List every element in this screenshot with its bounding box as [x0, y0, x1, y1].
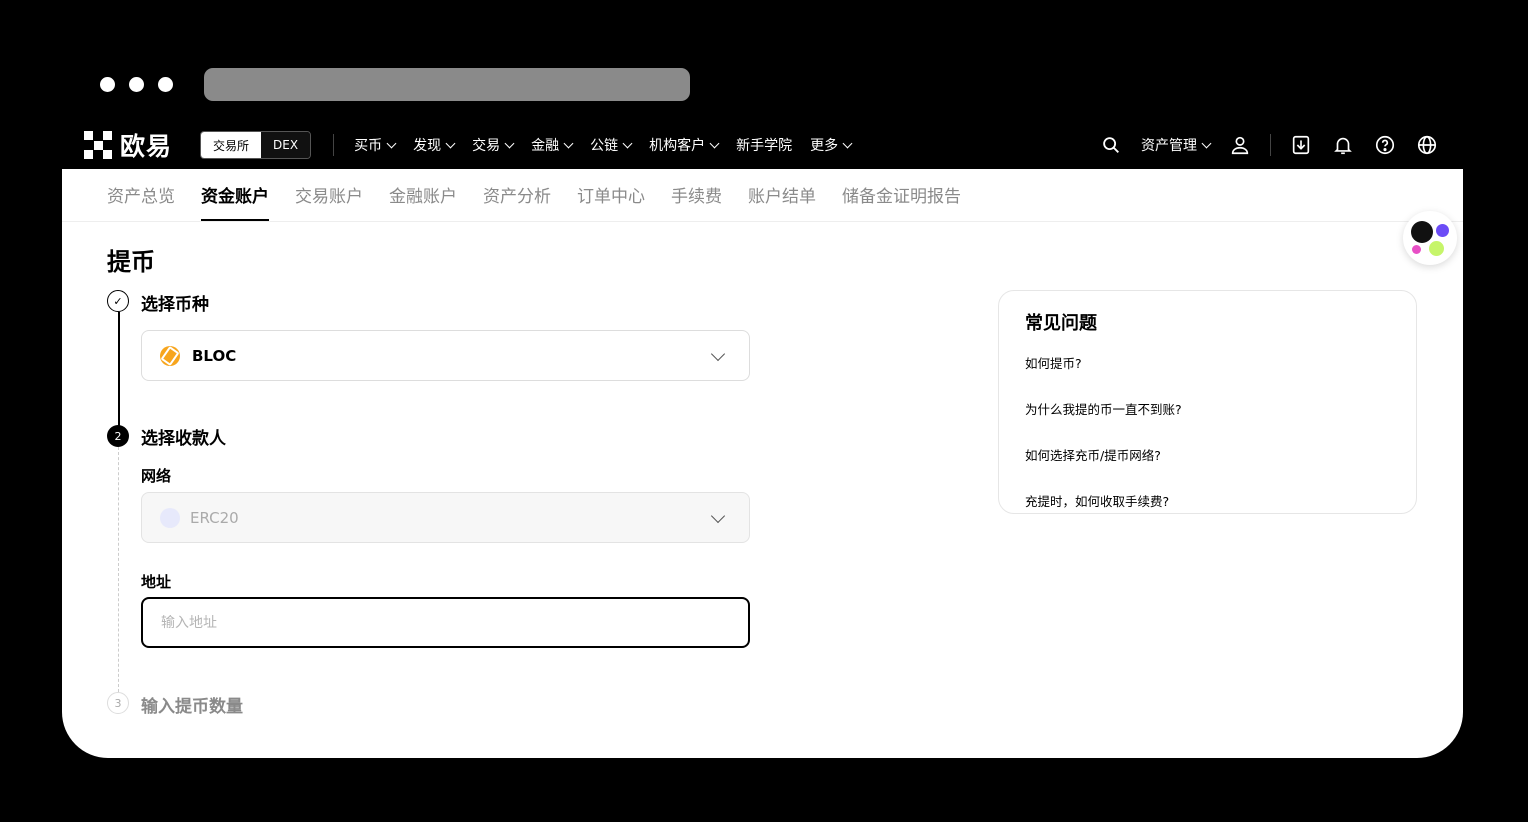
- nav-item-label: 更多: [810, 138, 839, 154]
- chevron-down-icon: [563, 138, 574, 148]
- tab-proof-of-reserves[interactable]: 储备金证明报告: [842, 182, 961, 221]
- tab-order-center[interactable]: 订单中心: [577, 182, 645, 221]
- step-2-label: 选择收款人: [141, 429, 226, 449]
- chevron-down-icon: [386, 138, 397, 148]
- window-dot-3[interactable]: [158, 77, 173, 92]
- mode-dex[interactable]: DEX: [261, 132, 311, 158]
- faq-panel: 常见问题 如何提币? 为什么我提的币一直不到账? 如何选择充币/提币网络? 充提…: [998, 290, 1417, 514]
- logo[interactable]: 欧易: [84, 127, 172, 163]
- faq-item[interactable]: 如何提币?: [1025, 353, 1390, 372]
- step-1-check-icon: ✓: [107, 290, 129, 312]
- chevron-down-icon: [709, 138, 720, 148]
- page-title: 提币: [107, 248, 155, 276]
- chevron-down-icon: [445, 138, 456, 148]
- tab-finance-account[interactable]: 金融账户: [389, 182, 457, 221]
- nav-item-label: 金融: [531, 138, 560, 154]
- faq-item[interactable]: 为什么我提的币一直不到账?: [1025, 399, 1390, 418]
- chevron-down-icon: [842, 138, 853, 148]
- chevron-down-icon: [710, 346, 726, 362]
- faq-item[interactable]: 充提时，如何收取手续费?: [1025, 491, 1390, 510]
- address-label: 地址: [141, 573, 172, 591]
- step-connector-pending: [118, 447, 119, 692]
- nav-menu: 买币 发现 交易 金融 公链 机构客户 新手学院 更多: [354, 135, 853, 155]
- user-icon[interactable]: [1228, 133, 1252, 157]
- tab-overview[interactable]: 资产总览: [107, 182, 175, 221]
- coin-select-value: BLOC: [192, 346, 237, 365]
- mode-switch: 交易所 DEX: [200, 131, 312, 159]
- step-connector: [118, 312, 120, 436]
- download-icon[interactable]: [1289, 133, 1313, 157]
- faq-title: 常见问题: [1025, 313, 1097, 334]
- nav-item-institutional[interactable]: 机构客户: [649, 135, 720, 155]
- bell-icon[interactable]: [1331, 133, 1355, 157]
- nav-item-finance[interactable]: 金融: [531, 135, 574, 155]
- chevron-down-icon: [622, 138, 633, 148]
- okx-logo-icon: [84, 131, 112, 159]
- assistant-badge-icon[interactable]: [1403, 211, 1457, 265]
- nav-item-trade[interactable]: 交易: [472, 135, 515, 155]
- erc20-network-icon: [160, 507, 180, 528]
- step-3-label: 输入提币数量: [141, 697, 243, 717]
- nav-item-discover[interactable]: 发现: [413, 135, 456, 155]
- window-dot-1[interactable]: [100, 77, 115, 92]
- nav-item-chain[interactable]: 公链: [590, 135, 633, 155]
- nav-item-label: 买币: [354, 138, 383, 154]
- nav-item-label: 公链: [590, 138, 619, 154]
- mode-exchange[interactable]: 交易所: [201, 132, 262, 158]
- faq-item[interactable]: 如何选择充币/提币网络?: [1025, 445, 1390, 464]
- step-3-badge: 3: [107, 692, 129, 714]
- logo-text: 欧易: [120, 132, 173, 161]
- address-bar[interactable]: [204, 68, 690, 101]
- nav-item-label: 机构客户: [649, 138, 706, 154]
- account-tabs: 资产总览 资金账户 交易账户 金融账户 资产分析 订单中心 手续费 账户结单 储…: [62, 169, 1463, 222]
- address-input[interactable]: [161, 614, 730, 631]
- globe-icon[interactable]: [1415, 133, 1439, 157]
- tab-funding-account[interactable]: 资金账户: [201, 182, 269, 221]
- help-icon[interactable]: [1373, 133, 1397, 157]
- nav-item-academy[interactable]: 新手学院: [736, 135, 792, 155]
- asset-management-label: 资产管理: [1141, 138, 1197, 154]
- coin-select[interactable]: BLOC: [141, 330, 750, 381]
- step-2-badge: 2: [107, 425, 129, 447]
- network-label: 网络: [141, 467, 172, 485]
- nav-item-buy[interactable]: 买币: [354, 135, 397, 155]
- top-navigation: 欧易 交易所 DEX 买币 发现 交易 金融 公链 机构客户 新手学院 更多 资…: [62, 121, 1463, 169]
- tab-trading-account[interactable]: 交易账户: [295, 182, 363, 221]
- nav-divider: [333, 134, 335, 156]
- window-dot-2[interactable]: [129, 77, 144, 92]
- tab-asset-analysis[interactable]: 资产分析: [483, 182, 551, 221]
- search-icon[interactable]: [1099, 133, 1123, 157]
- window-controls: [100, 77, 173, 92]
- chevron-down-icon: [710, 508, 726, 524]
- network-select-value: ERC20: [190, 508, 239, 527]
- nav-item-more[interactable]: 更多: [810, 135, 853, 155]
- nav-item-label: 新手学院: [736, 138, 793, 154]
- step-1-label: 选择币种: [141, 295, 209, 315]
- nav-right-tools: 资产管理: [1099, 121, 1439, 169]
- tab-statements[interactable]: 账户结单: [748, 182, 816, 221]
- chevron-down-icon: [1201, 138, 1212, 148]
- main-card: 资产总览 资金账户 交易账户 金融账户 资产分析 订单中心 手续费 账户结单 储…: [62, 169, 1463, 758]
- nav-divider: [1270, 134, 1271, 156]
- chevron-down-icon: [504, 138, 515, 148]
- nav-item-label: 发现: [413, 138, 442, 154]
- nav-item-label: 交易: [472, 138, 501, 154]
- address-field[interactable]: [141, 597, 750, 648]
- tab-fees[interactable]: 手续费: [671, 182, 722, 221]
- bloc-coin-icon: [160, 345, 180, 366]
- network-select[interactable]: ERC20: [141, 492, 750, 543]
- asset-management-menu[interactable]: 资产管理: [1141, 135, 1212, 155]
